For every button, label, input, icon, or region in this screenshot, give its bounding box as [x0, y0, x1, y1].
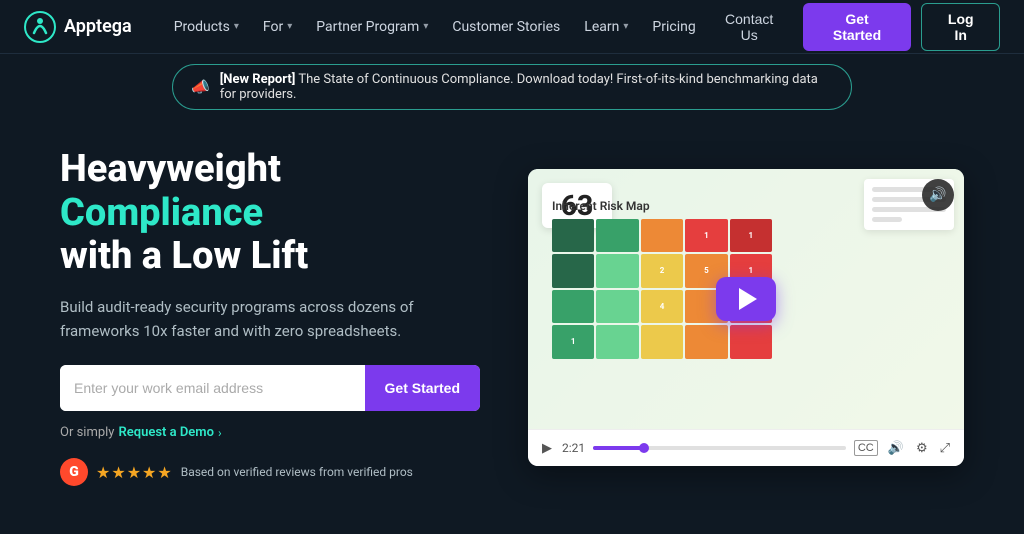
- risk-cell: [730, 325, 772, 359]
- risk-cell: [552, 219, 594, 253]
- products-chevron-icon: ▾: [234, 21, 239, 32]
- announcement-wrapper: 📣 [New Report] The State of Continuous C…: [0, 54, 1024, 124]
- review-text: Based on verified reviews from verified …: [181, 465, 413, 479]
- risk-cell: [552, 290, 594, 324]
- risk-cell-badge: 2: [641, 254, 683, 288]
- video-controls: ▶ 2:21 CC 🔊 ⚙ ⤢: [528, 429, 964, 466]
- logo-text: Apptega: [64, 16, 132, 37]
- form-get-started-button[interactable]: Get Started: [365, 365, 480, 411]
- doc-line-4: [872, 217, 902, 222]
- hero-title-accent: Compliance: [60, 191, 263, 235]
- hero-right: 63 Inherent Risk Map: [528, 169, 964, 466]
- nav-for[interactable]: For ▾: [253, 13, 302, 41]
- announcement-icon: 📣: [191, 78, 210, 96]
- risk-cell-badge: 4: [641, 290, 683, 324]
- learn-chevron-icon: ▾: [623, 21, 628, 32]
- risk-cell: [552, 254, 594, 288]
- risk-cell: [685, 325, 727, 359]
- hero-section: Heavyweight Compliance with a Low Lift B…: [0, 124, 1024, 506]
- hero-description: Build audit-ready security programs acro…: [60, 295, 480, 343]
- email-input[interactable]: [60, 365, 365, 411]
- logo-icon: [24, 11, 56, 43]
- announcement-text: [New Report] The State of Continuous Com…: [220, 72, 833, 102]
- risk-cell: [641, 325, 683, 359]
- partner-chevron-icon: ▾: [423, 21, 428, 32]
- request-demo-link[interactable]: Request a Demo: [118, 425, 213, 440]
- announcement-banner[interactable]: 📣 [New Report] The State of Continuous C…: [172, 64, 852, 110]
- fullscreen-button[interactable]: ⤢: [938, 438, 952, 458]
- risk-cell-badge: 1: [685, 219, 727, 253]
- cc-button[interactable]: CC: [854, 440, 878, 456]
- nav-right: Contact Us Get Started Log In: [706, 3, 1000, 51]
- nav-links: Products ▾ For ▾ Partner Program ▾ Custo…: [164, 13, 706, 41]
- sound-button[interactable]: 🔊: [922, 179, 954, 211]
- get-started-nav-button[interactable]: Get Started: [803, 3, 912, 51]
- hero-title: Heavyweight Compliance with a Low Lift: [60, 148, 480, 279]
- star-rating: ★★★★★: [96, 463, 173, 482]
- nav-pricing[interactable]: Pricing: [642, 13, 705, 41]
- request-demo: Or simply Request a Demo ›: [60, 425, 480, 440]
- request-demo-arrow-icon: ›: [218, 426, 222, 440]
- nav-learn[interactable]: Learn ▾: [574, 13, 638, 41]
- g2-badge: G: [60, 458, 88, 486]
- login-button[interactable]: Log In: [921, 3, 1000, 51]
- risk-cell: [641, 219, 683, 253]
- contact-us-button[interactable]: Contact Us: [706, 5, 793, 49]
- reviews-section: G ★★★★★ Based on verified reviews from v…: [60, 458, 480, 486]
- hero-left: Heavyweight Compliance with a Low Lift B…: [60, 148, 480, 486]
- nav-customer-stories[interactable]: Customer Stories: [442, 13, 570, 41]
- nav-products[interactable]: Products ▾: [164, 13, 249, 41]
- play-icon: [739, 288, 757, 310]
- settings-button[interactable]: ⚙: [914, 438, 930, 458]
- nav-partner-program[interactable]: Partner Program ▾: [306, 13, 438, 41]
- logo-link[interactable]: Apptega: [24, 11, 132, 43]
- risk-cell-badge: 1: [552, 325, 594, 359]
- risk-cell: [596, 325, 638, 359]
- risk-map-title: Inherent Risk Map: [552, 199, 812, 213]
- progress-dot: [639, 443, 649, 453]
- risk-cell: [596, 219, 638, 253]
- play-control-button[interactable]: ▶: [540, 438, 554, 458]
- risk-cell-badge: 1: [730, 219, 772, 253]
- video-thumbnail: 63 Inherent Risk Map: [528, 169, 964, 429]
- for-chevron-icon: ▾: [287, 21, 292, 32]
- volume-button[interactable]: 🔊: [886, 438, 906, 458]
- progress-bar[interactable]: [593, 446, 846, 450]
- video-container: 63 Inherent Risk Map: [528, 169, 964, 466]
- video-time: 2:21: [562, 441, 585, 455]
- progress-fill: [593, 446, 644, 450]
- navbar: Apptega Products ▾ For ▾ Partner Program…: [0, 0, 1024, 54]
- risk-cell: [596, 290, 638, 324]
- email-form: Get Started: [60, 365, 480, 411]
- play-button[interactable]: [716, 277, 776, 321]
- risk-cell: [596, 254, 638, 288]
